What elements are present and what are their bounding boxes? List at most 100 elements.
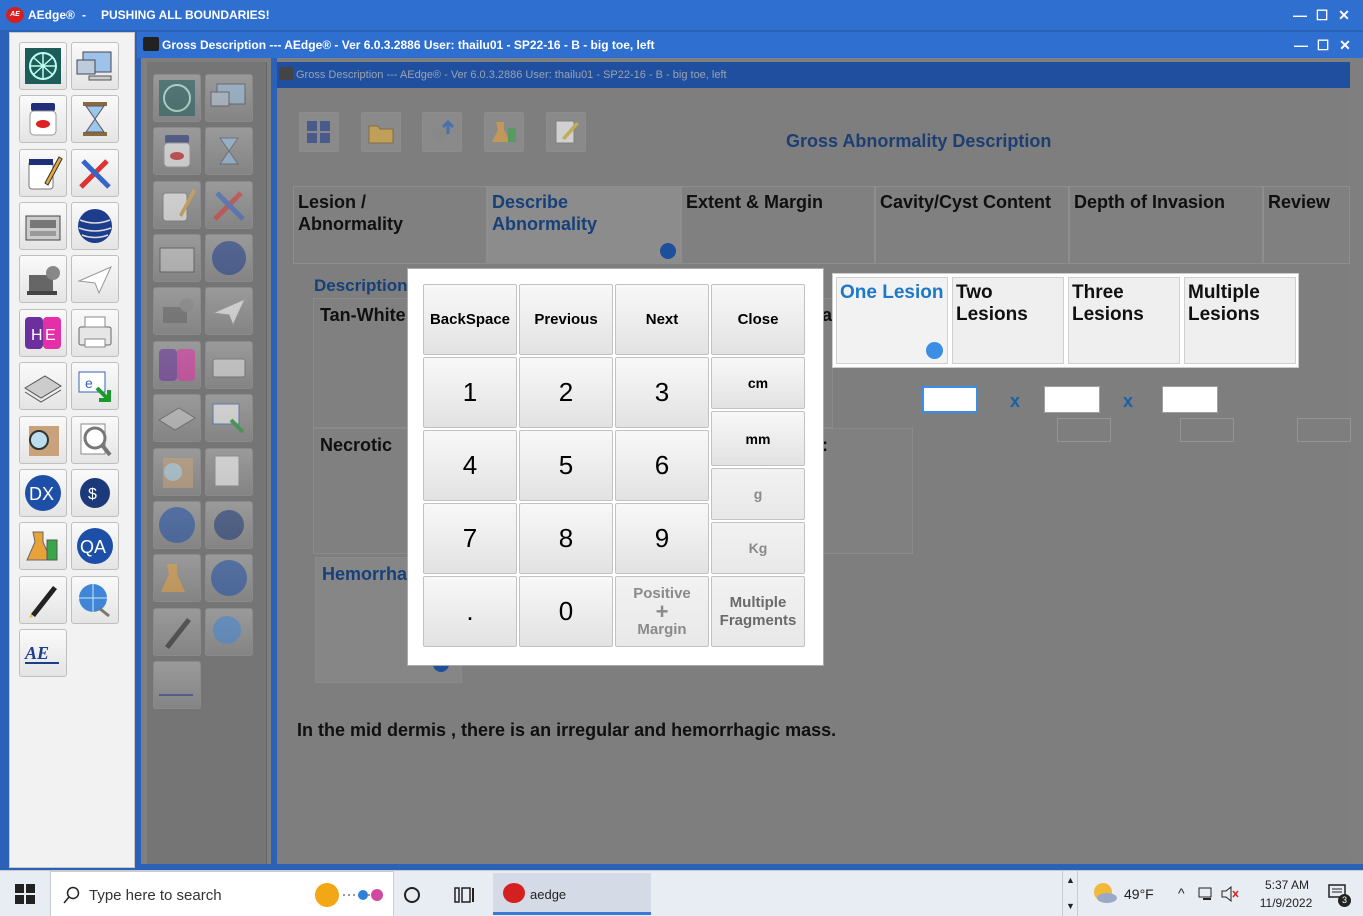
printer-icon[interactable] [205, 341, 253, 389]
chevron-up-icon[interactable]: ^ [1178, 885, 1185, 901]
h-and-e-icon[interactable]: HE [19, 309, 67, 357]
processor-machine-icon[interactable] [19, 202, 67, 250]
grid-globe-icon[interactable] [153, 74, 201, 122]
key-4[interactable]: 4 [423, 430, 517, 501]
dimension-depth-input[interactable] [1162, 386, 1218, 413]
cortana-icon[interactable] [400, 883, 424, 907]
grid-view-icon[interactable] [299, 112, 339, 152]
gross-minimize-button[interactable]: — [1291, 36, 1311, 54]
web-globe-icon[interactable] [71, 576, 119, 624]
pen-icon[interactable] [19, 576, 67, 624]
qa-icon[interactable] [205, 554, 253, 602]
maximize-button[interactable]: ☐ [1312, 6, 1332, 24]
tray-scroll[interactable]: ▲ ▼ [1062, 871, 1078, 916]
edit-jar-icon[interactable] [19, 149, 67, 197]
specimen-jar-icon[interactable] [153, 127, 201, 175]
network-icon[interactable] [1198, 886, 1216, 902]
slides-icon[interactable] [19, 362, 67, 410]
unit-mm-button[interactable]: mm [711, 411, 805, 466]
hourglass-icon[interactable] [205, 127, 253, 175]
key-7[interactable]: 7 [423, 503, 517, 574]
grid-globe-icon[interactable] [19, 42, 67, 90]
minimize-button[interactable]: — [1290, 6, 1310, 24]
key-6[interactable]: 6 [615, 430, 709, 501]
chevron-up-icon[interactable]: ▲ [1066, 875, 1075, 885]
microtome-icon[interactable] [153, 287, 201, 335]
two-lesions-button[interactable]: Two Lesions [952, 277, 1064, 364]
key-9[interactable]: 9 [615, 503, 709, 574]
unit-g-button[interactable]: g [711, 468, 805, 520]
tab-review[interactable]: Review [1263, 186, 1350, 264]
lab-flask-icon[interactable] [484, 112, 524, 152]
close-keypad-button[interactable]: Close [711, 284, 805, 355]
magnifier-document-icon[interactable] [205, 448, 253, 496]
globe-sphere-icon[interactable] [71, 202, 119, 250]
microtome-icon[interactable] [19, 255, 67, 303]
dimension-width-input[interactable] [1044, 386, 1100, 413]
one-lesion-button[interactable]: One Lesion [836, 277, 948, 364]
tools-icon[interactable] [205, 181, 253, 229]
tab-cavity-cyst-content[interactable]: Cavity/Cyst Content [875, 186, 1069, 264]
gross-maximize-button[interactable]: ☐ [1313, 36, 1333, 54]
notifications-icon[interactable]: 3 [1328, 884, 1351, 907]
dimension-length-input[interactable] [922, 386, 978, 413]
lab-flask-icon[interactable] [19, 522, 67, 570]
pen-icon[interactable] [153, 608, 201, 656]
next-button[interactable]: Next [615, 284, 709, 355]
billing-icon[interactable] [205, 501, 253, 549]
start-button[interactable] [0, 871, 50, 916]
previous-button[interactable]: Previous [519, 284, 613, 355]
h-and-e-icon[interactable] [153, 341, 201, 389]
weather-moon-icon[interactable] [1092, 881, 1118, 905]
three-lesions-button[interactable]: Three Lesions [1068, 277, 1180, 364]
billing-icon[interactable]: $ [71, 469, 119, 517]
processor-machine-icon[interactable] [153, 234, 201, 282]
key-3[interactable]: 3 [615, 357, 709, 428]
edit-jar-icon[interactable] [153, 181, 201, 229]
lab-flask-icon[interactable] [153, 554, 201, 602]
aedge-brand-icon[interactable] [153, 661, 201, 709]
globe-sphere-icon[interactable] [205, 234, 253, 282]
computer-icon[interactable] [71, 42, 119, 90]
key-1[interactable]: 1 [423, 357, 517, 428]
folder-icon[interactable] [361, 112, 401, 152]
unit-kg-button[interactable]: Kg [711, 522, 805, 574]
key-decimal[interactable]: . [423, 576, 517, 647]
chevron-down-icon[interactable]: ▼ [1066, 901, 1075, 911]
hourglass-icon[interactable] [71, 95, 119, 143]
taskbar-search[interactable]: Type here to search [50, 871, 394, 916]
key-8[interactable]: 8 [519, 503, 613, 574]
web-globe-icon[interactable] [205, 608, 253, 656]
slides-icon[interactable] [153, 394, 201, 442]
tab-describe-abnormality[interactable]: Describe Abnormality [487, 186, 681, 264]
weather-temperature[interactable]: 49°F [1124, 886, 1154, 902]
e-send-icon[interactable]: e [71, 362, 119, 410]
multiple-lesions-button[interactable]: Multiple Lesions [1184, 277, 1296, 364]
printer-icon[interactable] [71, 309, 119, 357]
volume-muted-icon[interactable] [1220, 885, 1240, 903]
specimen-jar-icon[interactable] [19, 95, 67, 143]
aedge-brand-icon[interactable]: AE [19, 629, 67, 677]
backspace-button[interactable]: BackSpace [423, 284, 517, 355]
send-plane-icon[interactable] [205, 287, 253, 335]
settings-upload-icon[interactable] [422, 112, 462, 152]
dx-icon[interactable]: DX [19, 469, 67, 517]
notepad-edit-icon[interactable] [546, 112, 586, 152]
multiple-fragments-button[interactable]: Multiple Fragments [711, 576, 805, 647]
gross-close-button[interactable]: ✕ [1335, 36, 1355, 54]
key-5[interactable]: 5 [519, 430, 613, 501]
e-send-icon[interactable] [205, 394, 253, 442]
tab-extent-margin[interactable]: Extent & Margin [681, 186, 875, 264]
search-block-icon[interactable] [19, 416, 67, 464]
magnifier-document-icon[interactable] [71, 416, 119, 464]
qa-icon[interactable]: QA [71, 522, 119, 570]
dx-icon[interactable] [153, 501, 201, 549]
key-0[interactable]: 0 [519, 576, 613, 647]
unit-cm-button[interactable]: cm [711, 357, 805, 409]
taskbar-app-aedge[interactable]: aedge [493, 873, 651, 915]
tools-icon[interactable] [71, 149, 119, 197]
close-button[interactable]: ✕ [1334, 6, 1354, 24]
key-2[interactable]: 2 [519, 357, 613, 428]
clock-time[interactable]: 5:37 AM [1252, 878, 1322, 892]
search-block-icon[interactable] [153, 448, 201, 496]
